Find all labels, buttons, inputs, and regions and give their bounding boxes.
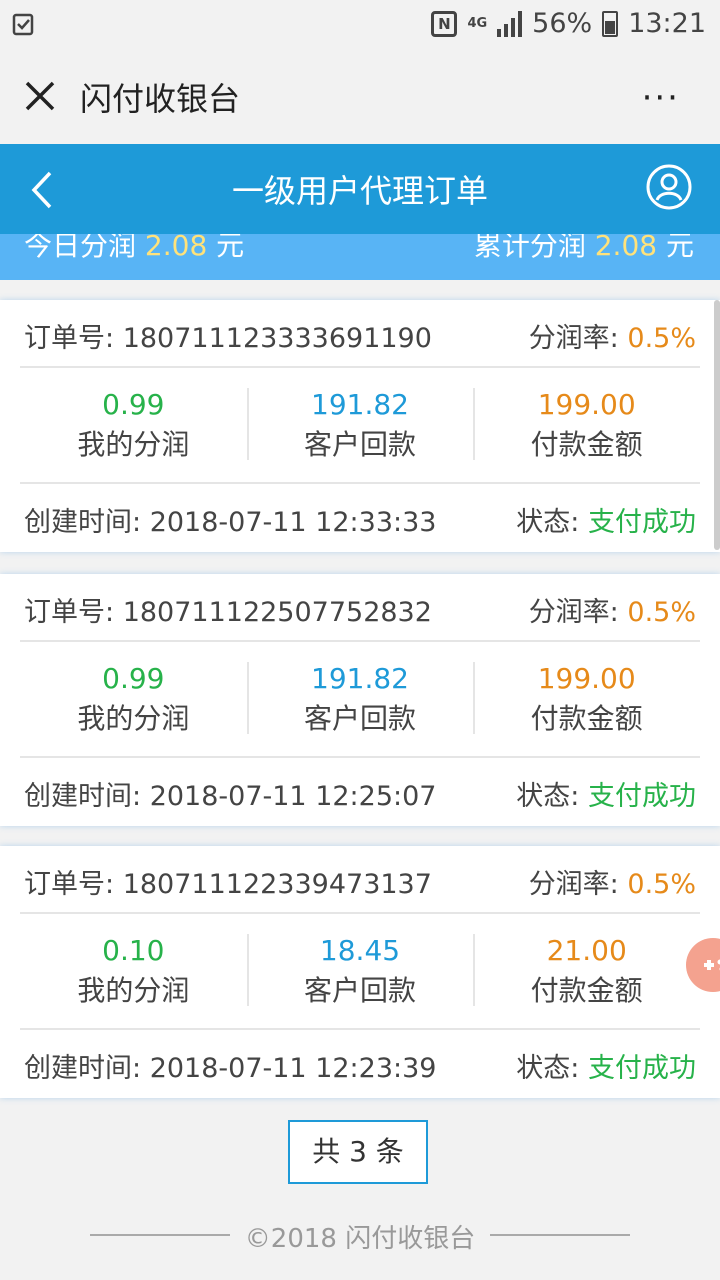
footer: ©2018 闪付收银台 [0, 1218, 720, 1258]
signal-icon [497, 10, 523, 37]
my-profit: 0.10 我的分润 [20, 916, 247, 1030]
page-header: 一级用户代理订单 [0, 144, 720, 234]
order-no: 180711122339473137 [122, 869, 432, 900]
today-profit-label: 今日分润 [24, 234, 137, 262]
battery-percent: 56% [532, 8, 593, 39]
status-value: 支付成功 [588, 507, 696, 538]
order-no: 180711123333691190 [122, 323, 432, 354]
rate-label: 分润率: [528, 323, 619, 354]
status-value: 支付成功 [588, 1053, 696, 1084]
customer-refund-label: 客户回款 [304, 702, 417, 735]
status-value: 支付成功 [588, 781, 696, 812]
rate-value: 0.5% [627, 597, 696, 628]
status-label: 状态: [516, 781, 580, 812]
order-card[interactable]: 订单号: 180711122339473137 分润率: 0.5% 0.10 我… [0, 846, 720, 1098]
payment-amount: 199.00 付款金额 [473, 644, 700, 758]
created-time: 2018-07-11 12:25:07 [149, 781, 437, 812]
total-profit-value: 2.08 [594, 234, 658, 262]
my-profit-value: 0.99 [102, 388, 165, 421]
app-title: 闪付收银台 [80, 80, 241, 118]
today-profit-unit: 元 [216, 234, 245, 262]
payment-amount-label: 付款金额 [530, 702, 643, 735]
network-type: 4G [467, 16, 488, 31]
payment-amount-value: 199.00 [537, 388, 636, 421]
status-label: 状态: [516, 507, 580, 538]
profit-summary: 今日分润 2.08 元 累计分润 2.08 元 [0, 234, 720, 280]
copyright-text: ©2018 闪付收银台 [244, 1224, 476, 1254]
order-card[interactable]: 订单号: 180711122507752832 分润率: 0.5% 0.99 我… [0, 574, 720, 826]
user-icon[interactable] [646, 164, 692, 210]
payment-amount: 21.00 付款金额 [473, 916, 700, 1030]
total-profit: 累计分润 2.08 元 [474, 234, 694, 264]
created-time: 2018-07-11 12:33:33 [149, 507, 437, 538]
status-bar: N 4G 56% 13:21 [0, 0, 720, 50]
total-count-badge: 共 3 条 [288, 1120, 428, 1184]
today-profit: 今日分润 2.08 元 [24, 234, 244, 264]
order-no-label: 订单号: [24, 869, 115, 900]
created-time: 2018-07-11 12:23:39 [149, 1053, 437, 1084]
rate-label: 分润率: [528, 869, 619, 900]
payment-amount-value: 199.00 [537, 662, 636, 695]
customer-refund: 191.82 客户回款 [246, 370, 474, 484]
rate-value: 0.5% [627, 323, 696, 354]
my-profit-label: 我的分润 [77, 974, 190, 1007]
divider [20, 640, 700, 642]
divider [20, 482, 700, 484]
payment-amount: 199.00 付款金额 [473, 370, 700, 484]
customer-refund-value: 191.82 [311, 662, 409, 695]
customer-refund-label: 客户回款 [304, 428, 417, 461]
order-no-label: 订单号: [24, 323, 115, 354]
payment-amount-label: 付款金额 [530, 974, 643, 1007]
my-profit: 0.99 我的分润 [20, 370, 247, 484]
my-profit-label: 我的分润 [77, 702, 190, 735]
payment-amount-label: 付款金额 [530, 428, 643, 461]
total-profit-label: 累计分润 [473, 234, 586, 262]
nfc-icon: N [431, 10, 458, 37]
rate-label: 分润率: [528, 597, 619, 628]
customer-refund: 18.45 客户回款 [246, 916, 474, 1030]
divider [20, 756, 700, 758]
clock: 13:21 [628, 8, 706, 39]
customer-refund-value: 18.45 [319, 934, 401, 967]
total-profit-unit: 元 [665, 234, 694, 262]
my-profit-value: 0.99 [102, 662, 165, 695]
my-profit-value: 0.10 [102, 934, 165, 967]
close-icon[interactable] [24, 80, 56, 112]
app-bar: 闪付收银台 ··· [0, 50, 720, 144]
created-time-label: 创建时间: [24, 1053, 142, 1084]
more-menu-button[interactable]: ··· [642, 78, 680, 118]
customer-refund-value: 191.82 [311, 388, 409, 421]
order-no: 180711122507752832 [122, 597, 432, 628]
battery-icon [602, 10, 619, 37]
notification-icon [12, 12, 34, 43]
divider [20, 912, 700, 914]
scrollbar[interactable] [714, 300, 720, 550]
page-title: 一级用户代理订单 [231, 172, 488, 210]
payment-amount-value: 21.00 [546, 934, 627, 967]
divider [20, 366, 700, 368]
my-profit: 0.99 我的分润 [20, 644, 247, 758]
rate-value: 0.5% [627, 869, 696, 900]
order-card[interactable]: 订单号: 180711123333691190 分润率: 0.5% 0.99 我… [0, 300, 720, 552]
customer-refund: 191.82 客户回款 [246, 644, 474, 758]
created-time-label: 创建时间: [24, 781, 142, 812]
divider [20, 1028, 700, 1030]
customer-refund-label: 客户回款 [304, 974, 417, 1007]
my-profit-label: 我的分润 [77, 428, 190, 461]
status-label: 状态: [516, 1053, 580, 1084]
today-profit-value: 2.08 [144, 234, 208, 262]
created-time-label: 创建时间: [24, 507, 142, 538]
order-no-label: 订单号: [24, 597, 115, 628]
